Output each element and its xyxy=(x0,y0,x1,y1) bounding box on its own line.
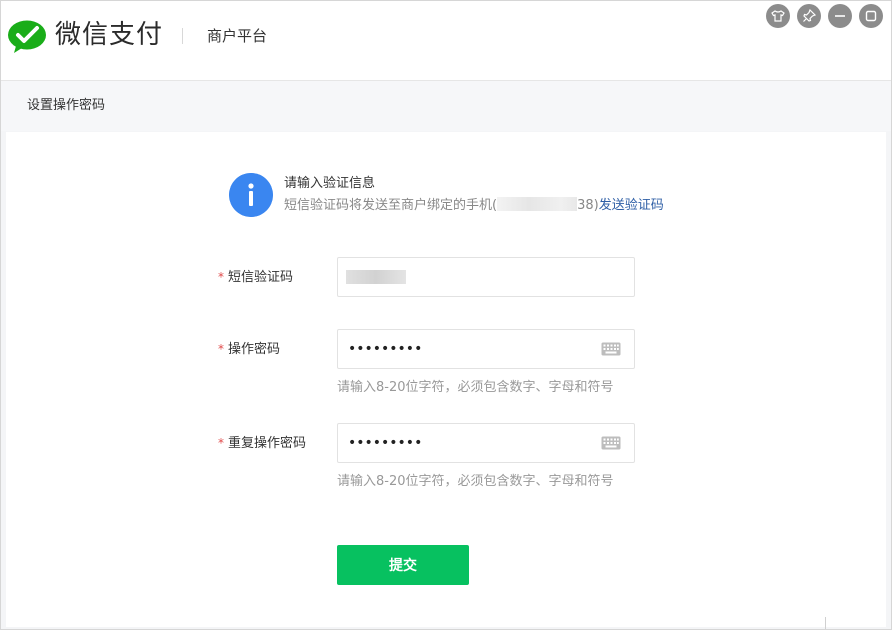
op-password-value: ••••••••• xyxy=(348,341,423,357)
info-icon xyxy=(229,173,273,217)
confirm-password-label-text: 重复操作密码 xyxy=(228,436,307,451)
send-code-link[interactable]: 发送验证码 xyxy=(599,198,664,213)
maximize-icon[interactable] xyxy=(859,4,883,28)
skin-icon[interactable] xyxy=(766,4,790,28)
op-password-label-text: 操作密码 xyxy=(228,342,281,357)
op-password-hint: 请输入8-20位字符，必须包含数字、字母和符号 xyxy=(337,380,614,395)
app-header: 微信支付 商户平台 xyxy=(1,1,891,81)
notice-desc-prefix: 短信验证码将发送至商户绑定的手机( xyxy=(284,198,498,213)
required-mark: * xyxy=(218,270,224,284)
op-password-input[interactable]: ••••••••• xyxy=(337,329,635,369)
confirm-password-label: * 重复操作密码 xyxy=(218,434,306,453)
brand-name: 微信支付 xyxy=(55,20,164,50)
notice-description: 短信验证码将发送至商户绑定的手机( 38)发送验证码 xyxy=(284,197,664,215)
sms-code-input[interactable] xyxy=(337,257,635,297)
masked-phone-number xyxy=(497,197,578,211)
notice-title: 请输入验证信息 xyxy=(284,176,376,191)
window-controls xyxy=(766,4,883,28)
required-mark: * xyxy=(218,342,224,356)
masked-sms-code xyxy=(346,270,406,284)
minimize-icon[interactable] xyxy=(828,4,852,28)
confirm-password-input[interactable]: ••••••••• xyxy=(337,423,635,463)
keyboard-icon[interactable] xyxy=(601,436,621,450)
submit-button[interactable]: 提交 xyxy=(337,545,469,585)
sms-code-label-text: 短信验证码 xyxy=(228,270,294,285)
op-password-label: * 操作密码 xyxy=(218,340,280,359)
pin-icon[interactable] xyxy=(797,4,821,28)
form-panel: 请输入验证信息 短信验证码将发送至商户绑定的手机( 38)发送验证码 * 短信验证码… xyxy=(6,132,886,627)
page-title: 设置操作密码 xyxy=(27,98,106,113)
phone-suffix: 38) xyxy=(577,198,599,213)
resize-edge xyxy=(825,617,826,629)
page-title-bar: 设置操作密码 xyxy=(1,81,891,131)
header-divider xyxy=(182,28,183,44)
confirm-password-value: ••••••••• xyxy=(348,435,423,451)
confirm-password-hint: 请输入8-20位字符，必须包含数字、字母和符号 xyxy=(337,474,614,489)
wechat-pay-logo-icon xyxy=(8,20,46,53)
keyboard-icon[interactable] xyxy=(601,342,621,356)
platform-name: 商户平台 xyxy=(207,27,268,45)
required-mark: * xyxy=(218,436,224,450)
sms-code-label: * 短信验证码 xyxy=(218,268,293,287)
app-window: 微信支付 商户平台 设置操作密码 请输入验证信息 短信验证码将发送至商户绑定的手… xyxy=(0,0,892,630)
